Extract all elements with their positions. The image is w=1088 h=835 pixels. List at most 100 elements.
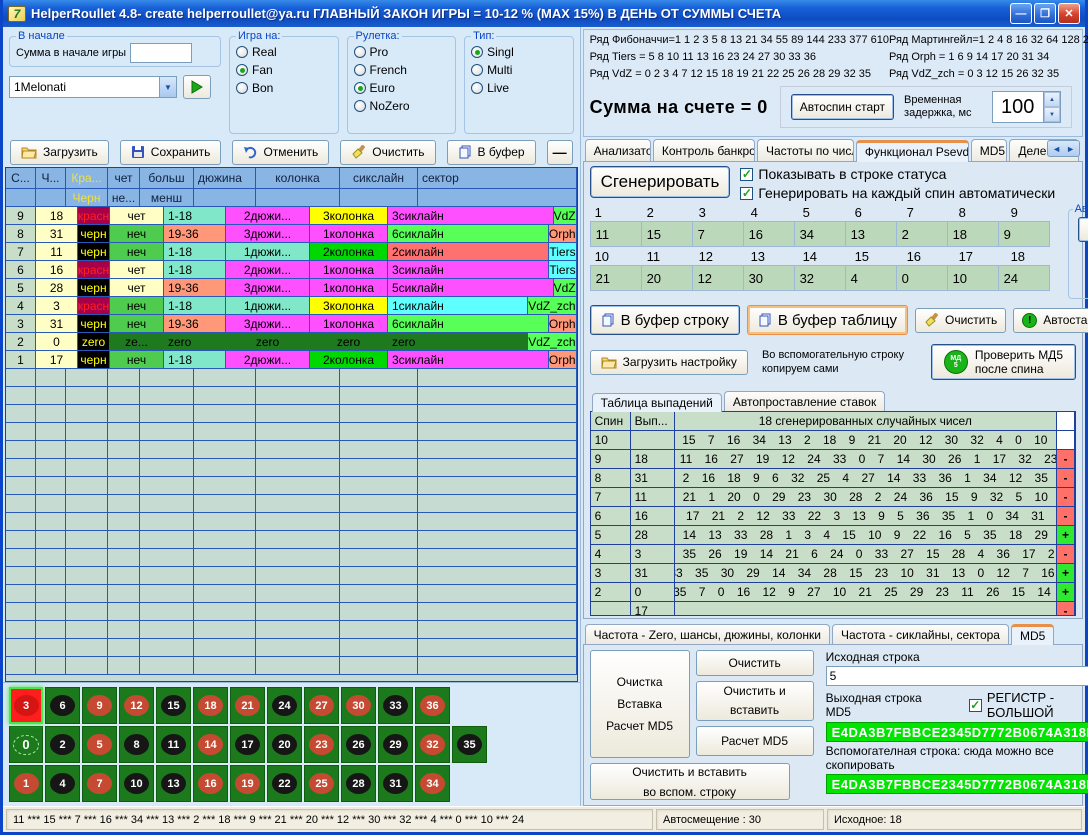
radio-option[interactable]: Euro (354, 81, 450, 95)
close-button[interactable]: ✕ (1058, 3, 1080, 24)
roulette-number[interactable]: 23 (304, 726, 339, 763)
roulette-zero[interactable]: 0 (9, 726, 43, 763)
roulette-number[interactable]: 20 (267, 726, 302, 763)
roulette-number[interactable]: 28 (341, 765, 376, 802)
roulette-number[interactable]: 29 (378, 726, 413, 763)
roulette-number[interactable]: 32 (415, 726, 450, 763)
undo-button[interactable]: Отменить (232, 140, 329, 165)
radio-option[interactable]: NoZero (354, 99, 450, 113)
spinner-up-icon[interactable]: ▲ (1044, 92, 1060, 107)
roulette-number[interactable]: 19 (230, 765, 265, 802)
show-status-checkbox[interactable]: ✓ Показывать в строке статуса (740, 166, 1055, 182)
tab[interactable]: Частоты по числам (757, 139, 854, 161)
md5-clear-paste-button[interactable]: Очистить ивставить (696, 681, 814, 721)
minimize-button[interactable]: — (1010, 3, 1032, 24)
tab[interactable]: Таблица выпадений (592, 393, 722, 412)
tab[interactable]: Функционал PsevdoMS (856, 140, 969, 162)
md5-clear-button[interactable]: Очистить (696, 650, 814, 676)
radio-option[interactable]: Real (236, 45, 332, 59)
roulette-number[interactable]: 14 (193, 726, 228, 763)
roulette-number[interactable]: 34 (415, 765, 450, 802)
copy-to-buffer-button[interactable]: В буфер (447, 140, 536, 165)
preset-combobox[interactable]: 1Melonati ▼ (9, 76, 177, 98)
table-cell: ze... (110, 333, 164, 350)
radio-option[interactable]: French (354, 63, 450, 77)
roulette-number[interactable]: 30 (341, 687, 376, 724)
auto-generate-checkbox[interactable]: ✓ Генерировать на каждый спин автоматиче… (740, 185, 1055, 201)
roulette-number[interactable]: 1 (9, 765, 43, 802)
roulette-number[interactable]: 21 (230, 687, 265, 724)
clear-paste-calc-button[interactable]: ОчисткаВставкаРасчет MD5 (590, 650, 690, 758)
save-button[interactable]: Сохранить (120, 140, 222, 165)
tab[interactable]: Автопроставление ставок (724, 391, 885, 411)
source-string-input[interactable] (826, 666, 1088, 686)
roulette-number[interactable]: 22 (267, 765, 302, 802)
roulette-number[interactable]: 18 (193, 687, 228, 724)
copy-table-button[interactable]: В буфер таблицу (747, 305, 908, 335)
result-cell: 31 (631, 564, 675, 582)
tab[interactable]: MD5 (971, 139, 1008, 161)
load-button[interactable]: Загрузить (10, 140, 109, 165)
generate-button[interactable]: Сгенерировать (590, 166, 731, 198)
roulette-number[interactable]: 12 (119, 687, 154, 724)
roulette-number[interactable]: 25 (304, 765, 339, 802)
roulette-number[interactable]: 6 (45, 687, 80, 724)
radio-option[interactable]: Multi (471, 63, 567, 77)
autobet-button[interactable]: ! Автоставка (1013, 308, 1088, 333)
copy-row-button[interactable]: В буфер строку (590, 305, 740, 335)
roulette-number[interactable]: 5 (82, 726, 117, 763)
tab[interactable]: Контроль банкролла (653, 139, 755, 161)
table-cell (6, 639, 36, 656)
roulette-number[interactable]: 10 (119, 765, 154, 802)
md5-calc-button[interactable]: Расчет MD5 (696, 726, 814, 756)
roulette-number[interactable]: 4 (45, 765, 80, 802)
roulette-number[interactable]: 31 (378, 765, 413, 802)
check-md5-button[interactable]: МД5 Проверить МД5после спина (931, 344, 1076, 380)
spinner-down-icon[interactable]: ▼ (1044, 107, 1060, 122)
clear-grid-button[interactable]: Очистить (915, 308, 1006, 333)
clear-paste-aux-button[interactable]: Очистить и вставитьво вспом. строку (590, 763, 790, 800)
roulette-number[interactable]: 17 (230, 726, 265, 763)
spin-cell: 4 (591, 545, 631, 563)
clear-button[interactable]: Очистить (340, 140, 435, 165)
table-cell: 2дюжи... (226, 207, 310, 224)
tab[interactable]: MD5 (1011, 624, 1054, 645)
chevron-down-icon[interactable]: ▼ (159, 77, 176, 97)
maximize-button[interactable]: ❒ (1034, 3, 1056, 24)
roulette-number[interactable]: 13 (156, 765, 191, 802)
roulette-number[interactable]: 11 (156, 726, 191, 763)
roulette-number[interactable]: 27 (304, 687, 339, 724)
roulette-number[interactable]: 35 (452, 726, 487, 763)
new-shift-button[interactable]: Новый (1078, 217, 1088, 242)
roulette-number[interactable]: 33 (378, 687, 413, 724)
roulette-number[interactable]: 8 (119, 726, 154, 763)
uppercase-checkbox[interactable]: ✓ РЕГИСТР - БОЛЬШОЙ (969, 690, 1088, 720)
start-sum-input[interactable] (130, 43, 192, 63)
scroll-right-icon[interactable]: ► (1066, 144, 1075, 154)
radio-option[interactable]: Bon (236, 81, 332, 95)
radio-option[interactable]: Fan (236, 63, 332, 77)
collapse-button[interactable]: — (547, 140, 573, 165)
roulette-number[interactable]: 9 (82, 687, 117, 724)
apply-preset-button[interactable] (183, 75, 211, 99)
autospin-start-button[interactable]: Автоспин старт (791, 94, 894, 120)
tab[interactable]: Частота - Zero, шансы, дюжины, колонки (585, 624, 830, 644)
radio-groups: Игра на: Real (229, 30, 574, 134)
tab[interactable]: Анализатор (585, 139, 651, 161)
roulette-number[interactable]: 36 (415, 687, 450, 724)
scroll-left-icon[interactable]: ◄ (1052, 144, 1061, 154)
roulette-number[interactable]: 7 (82, 765, 117, 802)
radio-option[interactable]: Live (471, 81, 567, 95)
table-cell (256, 495, 340, 512)
roulette-number[interactable]: 15 (156, 687, 191, 724)
roulette-number[interactable]: 24 (267, 687, 302, 724)
roulette-number[interactable]: 3 (9, 687, 43, 724)
tab[interactable]: Частота - сиклайны, сектора (832, 624, 1009, 644)
roulette-number[interactable]: 2 (45, 726, 80, 763)
roulette-number[interactable]: 16 (193, 765, 228, 802)
radio-option[interactable]: Pro (354, 45, 450, 59)
load-settings-button[interactable]: Загрузить настройку (590, 350, 748, 375)
roulette-number[interactable]: 26 (341, 726, 376, 763)
radio-option[interactable]: Singl (471, 45, 567, 59)
tab-scroll-buttons[interactable]: ◄► (1047, 140, 1080, 157)
